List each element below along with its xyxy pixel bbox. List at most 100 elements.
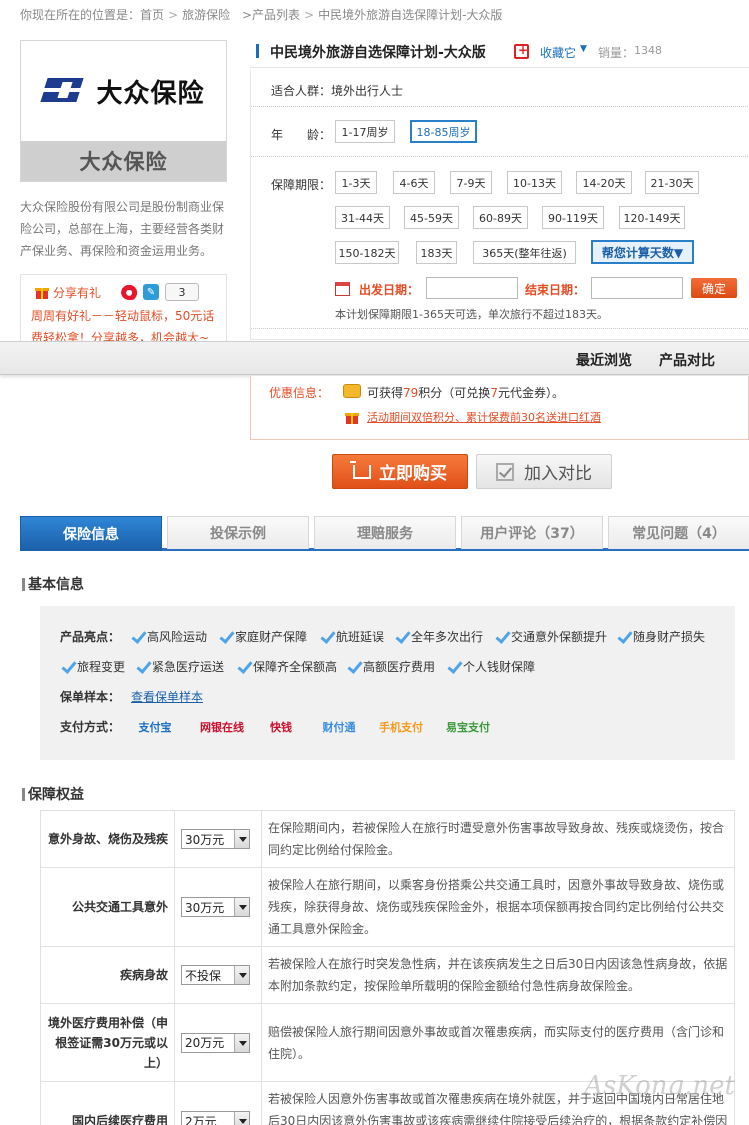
tencent-weibo-share-icon[interactable]: ✎ (143, 284, 160, 300)
product-title-row: 中民境外旅游自选保障计划-大众版 收藏它 ▼ 销量： 1348 (250, 36, 749, 68)
start-date-label: 出发日期： (359, 283, 420, 297)
period-option[interactable]: 365天(整年往返) (473, 241, 576, 264)
coverage-name: 意外身故、烧伤及残疾 (40, 810, 175, 868)
promo-points-text: 可获得79积分（可兑换7元代金券）。 (367, 384, 564, 401)
period-option[interactable]: 120-149天 (619, 206, 685, 229)
coverage-amount-select[interactable]: 不投保 (181, 965, 250, 985)
company-logo-card[interactable]: 大众保险 大众保险 (20, 40, 227, 182)
period-option[interactable]: 150-182天 (335, 241, 399, 264)
add-compare-button[interactable]: 加入对比 (476, 454, 612, 489)
period-option[interactable]: 7-9天 (450, 171, 492, 194)
payment-name: 支付宝 (138, 721, 172, 734)
age-option-1-17[interactable]: 1-17周岁 (335, 120, 395, 143)
check-icon (618, 631, 629, 642)
period-option[interactable]: 90-119天 (542, 206, 604, 229)
99bill-logo: 快钱 (262, 716, 300, 738)
tab-faq[interactable]: 常见问题（4） (608, 516, 749, 549)
chevron-down-icon (234, 1033, 249, 1052)
end-date-input[interactable] (591, 277, 683, 299)
period-option[interactable]: 60-89天 (473, 206, 528, 229)
calculate-days-button[interactable]: 帮您计算天数▼ (591, 240, 694, 264)
view-sample-link[interactable]: 查看保单样本 (131, 688, 203, 705)
period-option[interactable]: 10-13天 (507, 171, 562, 194)
company-description: 大众保险股份有限公司是股份制商业保险公司，总部在上海，主要经营各类财产保业务、再… (20, 200, 225, 258)
breadcrumb-separator: > (168, 8, 179, 22)
company-name: 大众保险 (21, 141, 226, 181)
coverage-description: 被保险人在旅行期间，以乘客身份搭乘公共交通工具时，因意外事故导致身故、烧伤或残疾… (261, 867, 735, 947)
coverage-amount-cell: 不投保 (174, 946, 262, 1004)
gift-icon (345, 410, 359, 424)
promo-activity-link[interactable]: 活动期间双倍积分、累计保费前30名送进口红酒 (367, 409, 601, 425)
coverage-amount-cell: 2万元 (174, 1081, 262, 1125)
cart-icon (350, 460, 371, 479)
breadcrumb-product-list[interactable]: >产品列表 (242, 8, 300, 22)
select-value: 30万元 (185, 832, 225, 847)
watermark: AsKong.net (584, 1071, 735, 1101)
alipay-logo: 支付宝 (132, 716, 178, 738)
payment-label: 支付方式： (60, 720, 121, 734)
audience-label: 适合人群： (271, 84, 332, 98)
check-icon (321, 631, 332, 642)
check-icon (62, 661, 73, 672)
title-marker (256, 44, 259, 58)
coverage-amount-select[interactable]: 20万元 (181, 1032, 250, 1053)
highlight-text: 随身财产损失 (633, 630, 706, 644)
highlights-label: 产品亮点： (60, 630, 121, 644)
start-date-input[interactable] (426, 277, 518, 299)
period-option[interactable]: 1-3天 (335, 171, 377, 194)
add-compare-label: 加入对比 (524, 464, 592, 484)
breadcrumb-separator: > (304, 8, 315, 22)
weibo-share-icon[interactable] (121, 284, 140, 300)
promo-text: 可获得 (367, 386, 404, 400)
coverage-amount-cell: 30万元 (174, 867, 262, 947)
highlight-item: 保障齐全保额高 (238, 658, 337, 675)
divider (251, 106, 749, 107)
confirm-button[interactable]: 确定 (691, 278, 737, 298)
highlight-item: 全年多次出行 (396, 628, 483, 645)
period-option[interactable]: 183天 (416, 241, 457, 264)
tab-reviews[interactable]: 用户评论（37） (461, 516, 603, 549)
period-option[interactable]: 45-59天 (404, 206, 459, 229)
coverage-amount-select[interactable]: 2万元 (181, 1111, 250, 1125)
coverage-name: 疾病身故 (40, 946, 175, 1004)
table-row: 境外医疗费用补偿（申根签证需30万元或以上） 20万元 赔偿被保险人旅行期间因意… (40, 1003, 735, 1082)
coverage-description: 赔偿被保险人旅行期间因意外事故或首次罹患疾病，而实际支付的医疗费用（含门诊和住院… (261, 1003, 735, 1082)
product-compare-button[interactable]: 产品对比 (659, 350, 715, 370)
select-value: 30万元 (185, 900, 225, 915)
sales-value: 1348 (634, 44, 662, 57)
coverage-description: 在保险期间内，若被保险人在旅行时遭受意外伤害事故导致身故、残疾或烧烫伤，按合同约… (261, 810, 735, 868)
period-option[interactable]: 14-20天 (576, 171, 632, 194)
breadcrumb-home[interactable]: 首页 (140, 8, 164, 22)
product-options-panel: 适合人群： 境外出行人士 年 龄： 1-17周岁 18-85周岁 保障期限： 1… (250, 70, 749, 340)
highlight-item: 航班延误 (321, 628, 384, 645)
period-option[interactable]: 21-30天 (645, 171, 699, 194)
favorite-button[interactable]: 收藏它 (540, 44, 576, 61)
coverage-amount-cell: 20万元 (174, 1003, 262, 1082)
breadcrumb-travel[interactable]: 旅游保险 (182, 8, 230, 22)
chevron-down-icon[interactable]: ▼ (580, 44, 587, 54)
period-option[interactable]: 31-44天 (335, 206, 390, 229)
checkbox-icon (496, 462, 514, 481)
tab-insurance-info[interactable]: 保险信息 (20, 516, 162, 551)
promo-text: 元代金券）。 (497, 386, 564, 400)
coverage-amount-select[interactable]: 30万元 (181, 829, 250, 849)
coverage-amount-cell: 30万元 (174, 810, 262, 868)
age-option-18-85[interactable]: 18-85周岁 (410, 120, 477, 143)
breadcrumb-separator (234, 8, 238, 22)
promo-label: 优惠信息： (269, 386, 330, 400)
coverage-name: 国内后续医疗费用 (40, 1081, 175, 1125)
favorite-icon[interactable] (514, 43, 529, 59)
period-label: 保障期限： (271, 178, 332, 192)
payment-name: 易宝支付 (446, 721, 490, 734)
period-option[interactable]: 4-6天 (393, 171, 435, 194)
tab-examples[interactable]: 投保示例 (167, 516, 309, 549)
coverage-amount-select[interactable]: 30万元 (181, 897, 250, 917)
share-count-badge: 3 (165, 283, 200, 301)
table-row: 公共交通工具意外 30万元 被保险人在旅行期间，以乘客身份搭乘公共交通工具时，因… (40, 867, 735, 947)
buy-now-button[interactable]: 立即购买 (332, 454, 468, 489)
payment-name: 财付通 (322, 721, 356, 734)
chinabank-logo: 网银在线 (184, 716, 260, 738)
chevron-down-icon (234, 898, 249, 916)
tab-claims[interactable]: 理赔服务 (314, 516, 456, 549)
recent-viewed-button[interactable]: 最近浏览 (576, 350, 632, 370)
